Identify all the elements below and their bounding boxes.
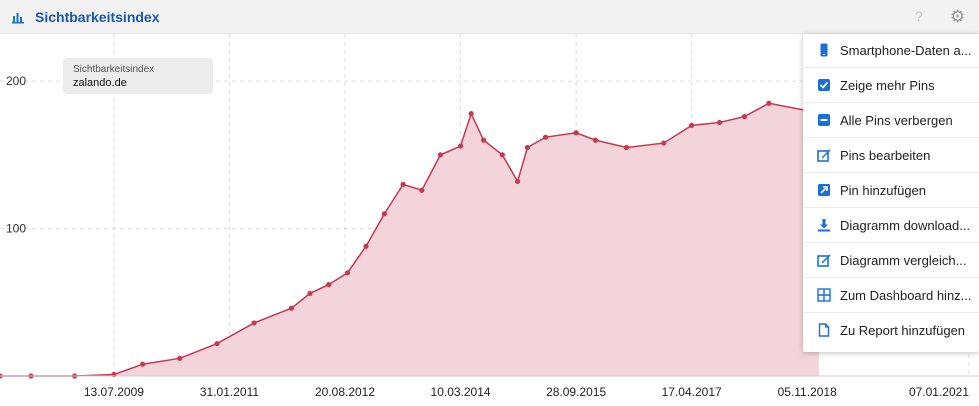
menu-item-add-pin[interactable]: Pin hinzufügen [803, 174, 979, 208]
data-point [716, 119, 723, 126]
data-point [468, 111, 474, 117]
x-tick-label: 07.01.2021 [909, 385, 969, 399]
tooltip-series-label: Sichtbarkeitsindex [73, 64, 155, 75]
menu-item-smartphone-data[interactable]: Smartphone-Daten a... [803, 34, 979, 68]
y-tick-label: 200 [6, 74, 26, 88]
bar-chart-icon [12, 13, 24, 24]
data-point [457, 143, 464, 149]
data-point [766, 100, 772, 106]
menu-item-label: Diagramm vergleich... [840, 253, 967, 268]
help-icon[interactable]: ? [915, 8, 923, 24]
dashboard-icon [817, 288, 831, 302]
data-point [542, 134, 549, 140]
data-point [419, 187, 425, 193]
data-point [177, 355, 183, 361]
data-point [515, 178, 521, 185]
menu-item-hide-all-pins[interactable]: Alle Pins verbergen [803, 104, 979, 138]
edit-icon [817, 149, 831, 162]
menu-item-add-to-report[interactable]: Zu Report hinzufügen [803, 314, 979, 348]
menu-item-show-more-pins[interactable]: Zeige mehr Pins [803, 69, 979, 103]
menu-item-label: Zeige mehr Pins [840, 78, 935, 93]
y-tick-label: 100 [6, 222, 26, 236]
chart-options-menu: Smartphone-Daten a... Zeige mehr Pins Al… [803, 34, 979, 352]
menu-item-label: Zu Report hinzufügen [840, 323, 966, 338]
minus-box-icon [818, 114, 830, 126]
data-point [499, 152, 505, 158]
menu-item-edit-pins[interactable]: Pins bearbeiten [803, 139, 979, 173]
menu-item-label: Alle Pins verbergen [840, 113, 953, 128]
chart-header: Sichtbarkeitsindex ? ⚙ [0, 0, 979, 34]
x-tick-label: 10.03.2014 [431, 385, 491, 399]
x-tick-label: 20.08.2012 [315, 385, 375, 399]
data-point [307, 290, 313, 297]
data-point [140, 361, 146, 367]
data-point [480, 137, 487, 143]
x-tick-label: 13.07.2009 [84, 385, 144, 399]
compare-icon [817, 254, 831, 267]
data-point [661, 140, 667, 146]
data-point [400, 181, 406, 187]
menu-item-label: Pins bearbeiten [840, 148, 931, 163]
menu-item-label: Smartphone-Daten a... [840, 43, 972, 58]
data-point [381, 211, 387, 217]
report-icon [818, 323, 830, 337]
data-point [689, 122, 695, 128]
data-point [251, 320, 257, 326]
add-pin-icon [818, 184, 830, 196]
data-point [326, 282, 332, 288]
menu-item-label: Zum Dashboard hinz... [840, 288, 972, 303]
x-tick-label: 17.04.2017 [662, 385, 722, 399]
data-point [363, 243, 369, 249]
data-point [214, 340, 220, 347]
data-point [592, 137, 599, 143]
chart-title: Sichtbarkeitsindex [35, 9, 160, 25]
data-point [573, 130, 579, 136]
download-icon [818, 219, 830, 232]
data-point [524, 144, 530, 151]
x-tick-label: 31.01.2011 [200, 385, 259, 399]
x-tick-label: 28.09.2015 [546, 385, 606, 399]
menu-item-compare-chart[interactable]: Diagramm vergleich... [803, 244, 979, 278]
smartphone-icon [820, 43, 828, 57]
menu-item-label: Pin hinzufügen [840, 183, 927, 198]
checkbox-icon [818, 79, 830, 91]
series-area [0, 103, 819, 376]
data-point [437, 152, 443, 158]
data-point [741, 113, 748, 120]
gear-icon[interactable]: ⚙ [950, 7, 965, 27]
menu-item-add-to-dashboard[interactable]: Zum Dashboard hinz... [803, 279, 979, 313]
data-point [344, 270, 351, 276]
menu-item-label: Diagramm download... [840, 218, 971, 233]
data-point [288, 305, 295, 311]
tooltip-domain: zalando.de [73, 77, 127, 89]
data-point [623, 144, 630, 151]
menu-item-download-chart[interactable]: Diagramm download... [803, 209, 979, 243]
series-tooltip: Sichtbarkeitsindex zalando.de [63, 58, 213, 94]
x-tick-label: 05.11.2018 [778, 385, 837, 399]
